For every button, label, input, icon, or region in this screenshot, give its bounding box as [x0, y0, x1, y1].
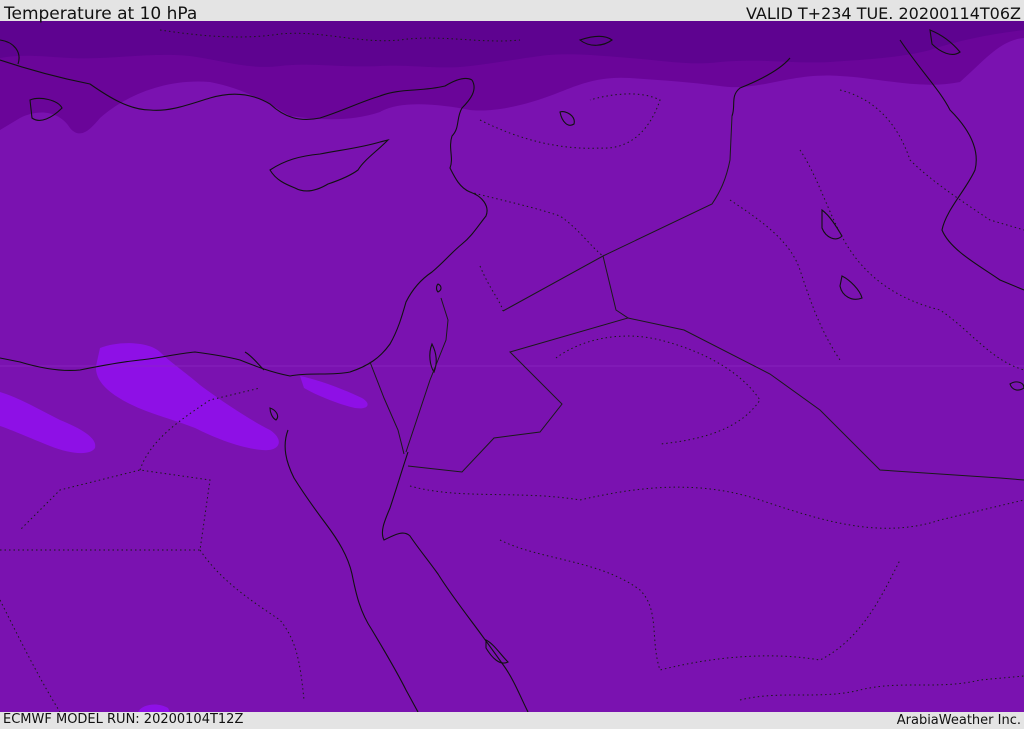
valid-time: VALID T+234 TUE. 20200114T06Z	[745, 4, 1021, 23]
map-title: Temperature at 10 hPa	[4, 4, 198, 24]
model-run-label: ECMWF MODEL RUN: 20200104T12Z	[3, 712, 244, 727]
weather-map-frame: Temperature at 10 hPa VALID T+234 TUE. 2…	[0, 0, 1024, 729]
credit-label: ArabiaWeather Inc.	[896, 713, 1021, 728]
temperature-map	[0, 21, 1024, 712]
